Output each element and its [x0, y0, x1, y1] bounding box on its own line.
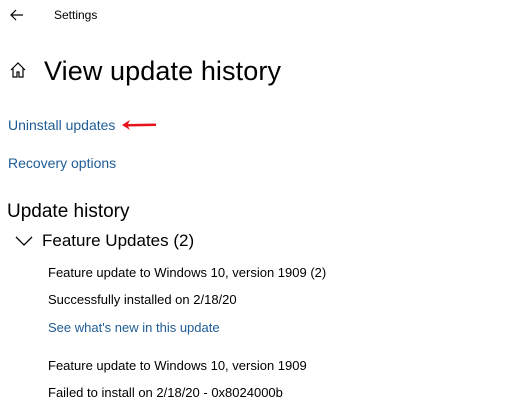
- whats-new-link[interactable]: See what's new in this update: [48, 320, 220, 336]
- update-history-heading: Update history: [7, 201, 130, 222]
- title-bar: Settings: [0, 0, 527, 32]
- back-button[interactable]: [6, 4, 28, 26]
- app-title: Settings: [54, 8, 98, 22]
- home-icon: [10, 62, 26, 78]
- settings-window: Settings View update history Uninstall u…: [0, 0, 527, 404]
- uninstall-updates-link[interactable]: Uninstall updates: [8, 117, 115, 134]
- feature-updates-group-label: Feature Updates (2): [42, 231, 195, 250]
- red-arrow-annotation-icon: [122, 120, 156, 130]
- back-arrow-icon: [10, 9, 23, 21]
- update-entry-name: Feature update to Windows 10, version 19…: [48, 265, 327, 280]
- recovery-options-link[interactable]: Recovery options: [8, 155, 116, 172]
- home-button[interactable]: [8, 60, 28, 80]
- chevron-down-icon: [15, 236, 33, 246]
- update-entry-name: Feature update to Windows 10, version 19…: [48, 358, 307, 373]
- page-title: View update history: [44, 56, 282, 86]
- update-entry-status: Failed to install on 2/18/20 - 0x8024000…: [48, 385, 283, 400]
- update-entry-status: Successfully installed on 2/18/20: [48, 292, 237, 307]
- feature-updates-group-toggle[interactable]: Feature Updates (2): [14, 230, 194, 252]
